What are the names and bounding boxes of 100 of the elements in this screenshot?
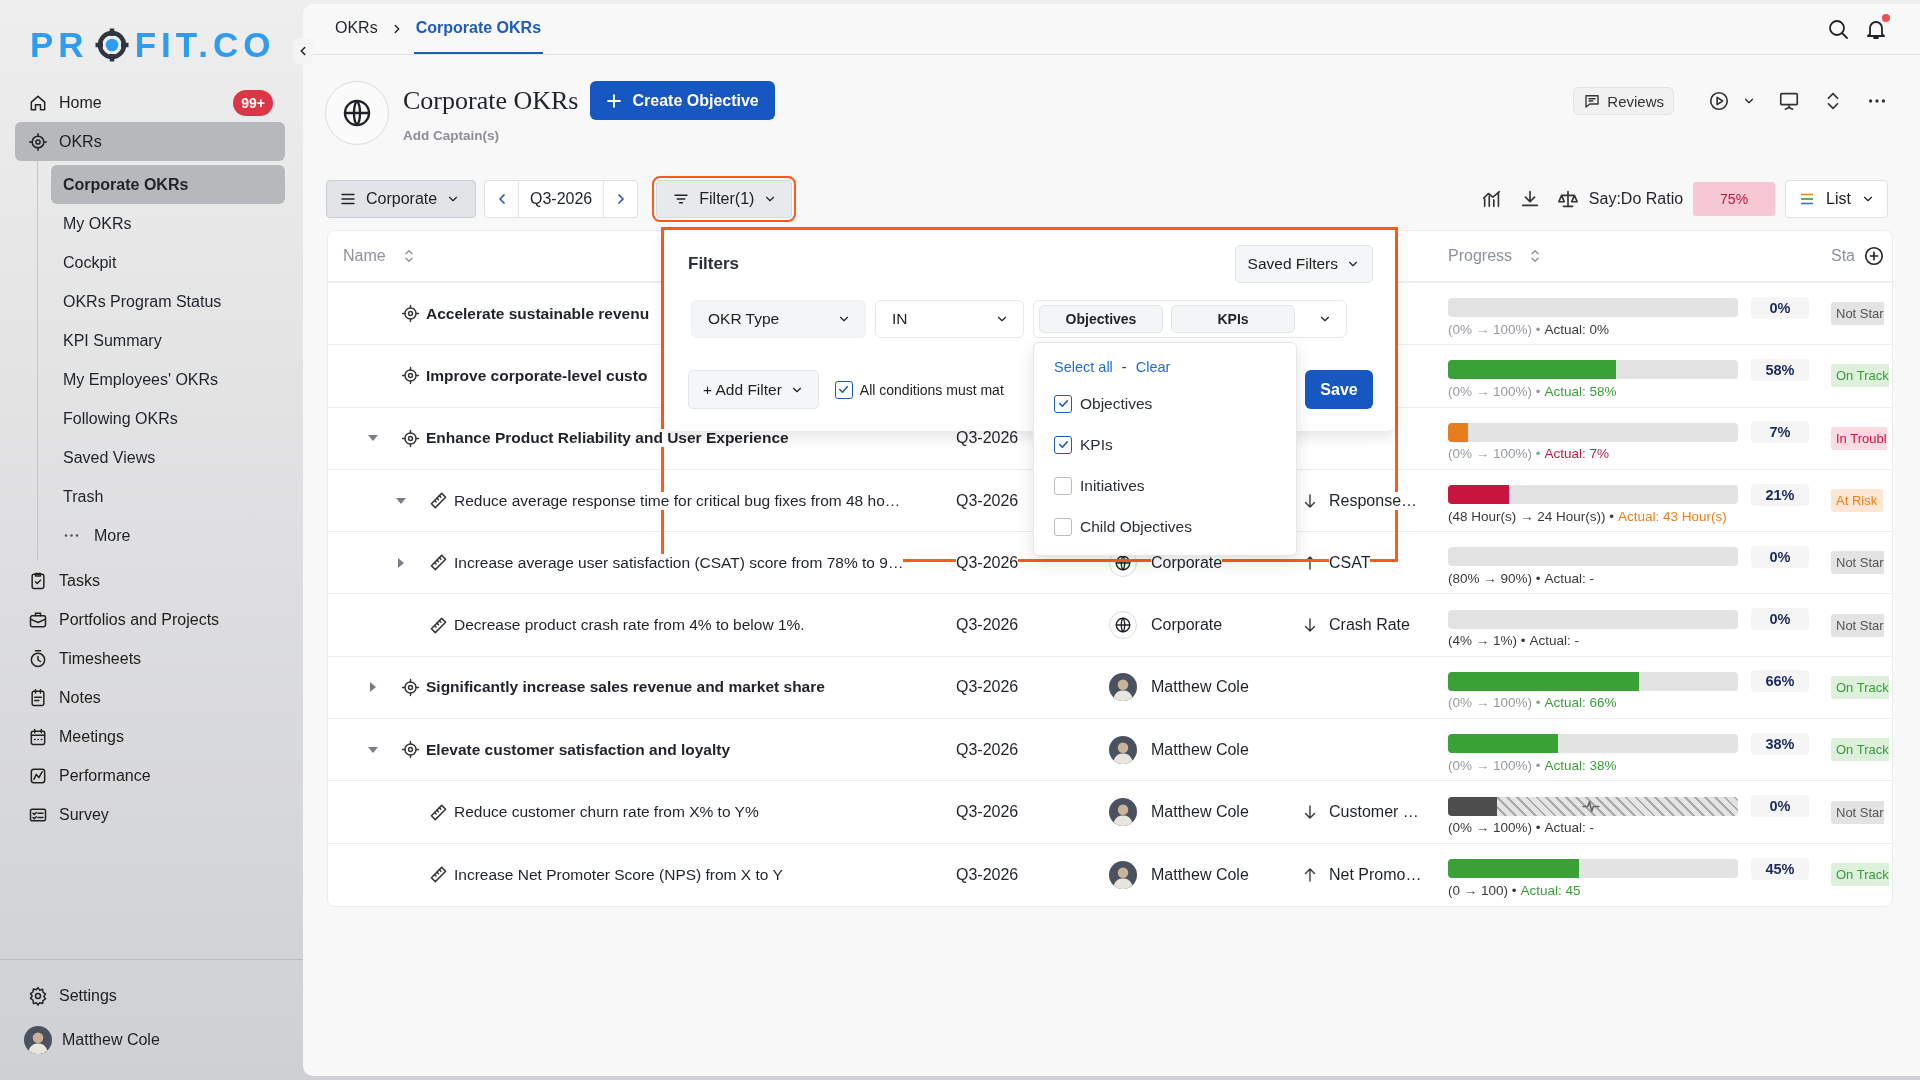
nav-item[interactable]: Notes xyxy=(15,678,285,717)
percent-chip: 66% xyxy=(1751,670,1809,693)
option-label[interactable]: Initiatives xyxy=(1080,476,1145,495)
checkbox[interactable] xyxy=(1054,517,1072,536)
nav-item[interactable]: Portfolios and Projects xyxy=(15,600,285,639)
status-badge: On Track xyxy=(1831,675,1889,699)
page-title: Corporate OKRs xyxy=(403,85,579,116)
checkbox[interactable] xyxy=(1054,435,1072,454)
nav-item[interactable]: Performance xyxy=(15,756,285,795)
nav-subitem[interactable]: My OKRs xyxy=(51,204,285,243)
create-objective-button[interactable]: Create Objective xyxy=(590,81,775,120)
play-icon[interactable] xyxy=(1708,90,1730,112)
checkbox[interactable] xyxy=(1054,394,1072,413)
settings-item[interactable]: Settings xyxy=(15,976,285,1015)
nav-item[interactable]: Meetings xyxy=(15,717,285,756)
breadcrumb-link[interactable]: OKRs xyxy=(333,4,380,54)
view-dropdown[interactable]: Corporate xyxy=(326,180,476,218)
nav-subitem[interactable]: More xyxy=(51,516,285,555)
reviews-button[interactable]: Reviews xyxy=(1573,87,1674,115)
nav-item[interactable]: Home 99+ xyxy=(15,83,285,122)
saved-filters-dropdown[interactable]: Saved Filters xyxy=(1234,245,1373,283)
checkbox[interactable] xyxy=(834,380,853,399)
add-filter-button[interactable]: + Add Filter xyxy=(688,370,819,409)
check-icon xyxy=(1056,397,1070,410)
target-range: (4% → 1%) • xyxy=(1448,633,1526,649)
nav-label: KPI Summary xyxy=(63,331,162,350)
period-text: Q3-2026 xyxy=(956,740,1019,759)
balance-icon[interactable] xyxy=(1556,188,1579,210)
target-range: (0 → 100) • xyxy=(1448,882,1517,898)
percent-chip: 7% xyxy=(1751,421,1809,444)
profile-item[interactable]: Matthew Cole xyxy=(15,1018,285,1062)
nav-item[interactable]: OKRs xyxy=(15,122,285,161)
target-icon xyxy=(401,740,420,760)
nav-subitem[interactable]: Corporate OKRs xyxy=(51,165,285,204)
okr-name[interactable]: Reduce average response time for critical bug fixes from 48 ho… xyxy=(454,491,901,510)
value-multiselect[interactable]: Objectives KPIs xyxy=(1033,300,1347,338)
percent-chip: 38% xyxy=(1751,732,1809,755)
checkbox[interactable] xyxy=(1054,476,1072,495)
nav-item[interactable]: Survey xyxy=(15,795,285,834)
period-text: Q3-2026 xyxy=(956,678,1019,697)
collapse-button[interactable] xyxy=(293,38,313,64)
target-range: (80% → 90%) • xyxy=(1448,570,1541,586)
okr-name[interactable]: Significantly increase sales revenue and market share xyxy=(426,678,825,697)
actual-value: Actual: 45 xyxy=(1520,882,1581,898)
actual-value: Actual: 66% xyxy=(1544,695,1617,711)
okr-name[interactable]: Decrease product crash rate from 4% to below 1%. xyxy=(454,616,805,635)
select-all-link[interactable]: Select all xyxy=(1054,359,1113,375)
nav-subitem[interactable]: My Employees' OKRs xyxy=(51,360,285,399)
actual-value: Actual: 0% xyxy=(1544,321,1610,337)
nav-label: Home xyxy=(59,93,102,112)
separator-text: - xyxy=(1121,359,1127,375)
target-range: (48 Hour(s) → 24 Hour(s)) • xyxy=(1448,508,1614,524)
nav-subitem[interactable]: Following OKRs xyxy=(51,399,285,438)
field-dropdown[interactable]: OKR Type xyxy=(691,300,866,338)
period-text: Q3-2026 xyxy=(956,803,1019,821)
nav-label: Survey xyxy=(59,805,109,824)
analytics-icon[interactable] xyxy=(1480,188,1503,210)
target-range: (0% → 100%) • xyxy=(1448,695,1541,711)
metric-name: Response… xyxy=(1329,491,1418,510)
actual-value: Actual: - xyxy=(1544,820,1595,835)
option-label[interactable]: Objectives xyxy=(1080,394,1153,413)
ruler-icon xyxy=(429,615,448,635)
percent-chip: 0% xyxy=(1751,296,1809,319)
status-badge: Not Star xyxy=(1831,613,1884,637)
percent-chip: 0% xyxy=(1751,545,1809,568)
okr-name[interactable]: Increase average user satisfaction (CSAT) score from 78% to 9… xyxy=(454,553,904,572)
nav-subitem[interactable]: KPI Summary xyxy=(51,321,285,360)
nav-label: Matthew Cole xyxy=(62,1031,160,1049)
period-label: Q3-2026 xyxy=(518,181,605,217)
nav-subitem[interactable]: Cockpit xyxy=(51,243,285,282)
save-button[interactable]: Save xyxy=(1305,370,1373,409)
actual-value: Actual: - xyxy=(1529,633,1580,649)
nav-label: More xyxy=(94,526,131,545)
status-badge: On Track xyxy=(1831,364,1889,388)
operator-dropdown[interactable]: IN xyxy=(875,300,1024,338)
nav-subitem[interactable]: Saved Views xyxy=(51,438,285,477)
target-icon xyxy=(401,304,420,324)
nav-label: Tasks xyxy=(59,571,100,590)
nav-item[interactable]: Tasks xyxy=(15,561,285,600)
breadcrumb-link[interactable]: Corporate OKRs xyxy=(413,4,544,54)
nav-item[interactable]: Timesheets xyxy=(15,639,285,678)
target-icon xyxy=(28,131,48,152)
nav-label: OKRs xyxy=(59,132,102,151)
owner-name: Corporate xyxy=(1151,616,1223,635)
add-column-icon[interactable] xyxy=(1863,245,1885,267)
option-label[interactable]: KPIs xyxy=(1080,435,1113,454)
nav-subitem[interactable]: Trash xyxy=(51,477,285,516)
logo-text: FIT.CO xyxy=(134,26,276,63)
target-icon xyxy=(401,677,420,697)
layout-dropdown[interactable]: List xyxy=(1785,180,1888,218)
clear-link[interactable]: Clear xyxy=(1135,359,1171,375)
search-icon[interactable] xyxy=(1826,17,1850,41)
check-icon xyxy=(837,383,851,396)
nav-subitem[interactable]: OKRs Program Status xyxy=(51,282,285,321)
ruler-icon xyxy=(429,865,448,885)
nav-label: Meetings xyxy=(59,727,124,746)
presentation-icon[interactable] xyxy=(1778,90,1800,112)
nav-label: Cockpit xyxy=(63,253,117,272)
okr-name[interactable]: Enhance Product Reliability and User Experience xyxy=(426,429,789,448)
option-label[interactable]: Child Objectives xyxy=(1080,517,1192,536)
